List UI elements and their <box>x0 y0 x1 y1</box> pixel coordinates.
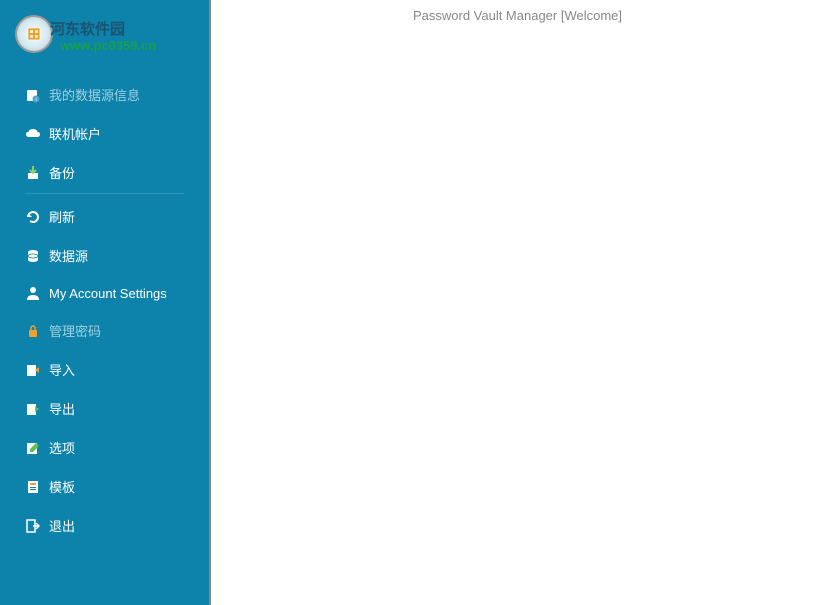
template-icon <box>25 479 41 495</box>
svg-text:i: i <box>35 97 36 103</box>
sidebar-item-label: 选项 <box>49 438 75 457</box>
database-icon <box>25 248 41 264</box>
watermark-url: www.pc0359.cn <box>60 38 156 53</box>
backup-icon <box>25 165 41 181</box>
sidebar-item-label: 备份 <box>49 163 75 182</box>
sidebar-item-label: 导入 <box>49 360 75 379</box>
sidebar-item-backup[interactable]: 备份 <box>0 153 209 194</box>
sidebar-item-label: 退出 <box>49 516 75 535</box>
datasource-info-icon: i <box>25 87 41 103</box>
app-logo: ⊞ <box>15 15 53 53</box>
lock-icon <box>25 323 41 339</box>
import-icon <box>25 362 41 378</box>
sidebar-item-datasource[interactable]: 数据源 <box>0 236 209 275</box>
sidebar-item-refresh[interactable]: 刷新 <box>0 197 209 236</box>
exit-icon <box>25 518 41 534</box>
export-icon <box>25 401 41 417</box>
sidebar-item-label: 导出 <box>49 399 75 418</box>
sidebar-item-label: 联机帐户 <box>49 124 101 143</box>
sidebar: ⊞ 河东软件园 www.pc0359.cn i 我的数据源信息 联机帐户 备份 <box>0 0 209 605</box>
sidebar-menu: i 我的数据源信息 联机帐户 备份 刷新 <box>0 75 209 545</box>
logo-area: ⊞ 河东软件园 www.pc0359.cn <box>0 10 209 60</box>
sidebar-item-online-account[interactable]: 联机帐户 <box>0 114 209 153</box>
sidebar-item-label: 管理密码 <box>49 321 101 340</box>
cloud-icon <box>25 126 41 142</box>
sidebar-item-label: My Account Settings <box>49 286 167 301</box>
sidebar-item-exit[interactable]: 退出 <box>0 506 209 545</box>
page-title: Password Vault Manager [Welcome] <box>209 0 826 31</box>
sidebar-item-label: 刷新 <box>49 207 75 226</box>
sidebar-item-label: 模板 <box>49 477 75 496</box>
sidebar-item-template[interactable]: 模板 <box>0 467 209 506</box>
sidebar-item-import[interactable]: 导入 <box>0 350 209 389</box>
sidebar-item-label: 我的数据源信息 <box>49 85 140 104</box>
sidebar-item-manage-password[interactable]: 管理密码 <box>0 311 209 350</box>
sidebar-item-datasource-info[interactable]: i 我的数据源信息 <box>0 75 209 114</box>
refresh-icon <box>25 209 41 225</box>
sidebar-item-account-settings[interactable]: My Account Settings <box>0 275 209 311</box>
watermark-text: 河东软件园 <box>50 18 125 39</box>
options-icon <box>25 440 41 456</box>
sidebar-item-options[interactable]: 选项 <box>0 428 209 467</box>
main-content: Password Vault Manager [Welcome] <box>209 0 826 605</box>
user-icon <box>25 285 41 301</box>
sidebar-item-export[interactable]: 导出 <box>0 389 209 428</box>
sidebar-item-label: 数据源 <box>49 246 88 265</box>
